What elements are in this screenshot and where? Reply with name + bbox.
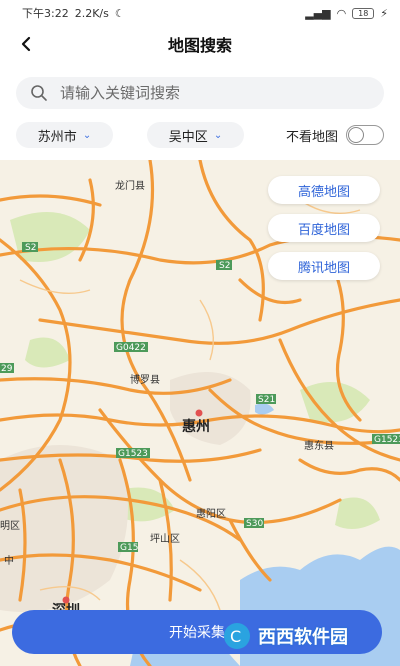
road-shield: S21 xyxy=(256,394,276,405)
battery-icon: 18 xyxy=(352,7,375,19)
place-label: 中 xyxy=(4,554,14,567)
battery-level: 18 xyxy=(358,8,369,18)
tencent-map-button[interactable]: 腾讯地图 xyxy=(268,252,380,280)
start-collect-label: 开始采集 xyxy=(169,625,225,641)
baidu-map-label: 百度地图 xyxy=(297,222,350,238)
header: 地图搜索 xyxy=(0,26,400,62)
road-shield: S2 xyxy=(22,242,38,253)
place-label: 坪山区 xyxy=(150,532,180,545)
road-shield: S2 xyxy=(216,260,232,271)
road-shield: G1523 xyxy=(116,448,150,459)
map-view[interactable]: S2 S2 G0422 S21 G1523 G1523 S30 G15 xyxy=(0,160,400,666)
road-label: 29 xyxy=(1,364,13,374)
chevron-down-icon: ⌄ xyxy=(213,129,223,141)
green-area xyxy=(10,212,90,262)
place-label: 惠阳区 xyxy=(196,507,226,520)
green-area xyxy=(25,337,70,368)
road-shield: G1523 xyxy=(372,434,400,445)
city-marker xyxy=(195,409,203,417)
road-shield: G15 xyxy=(118,542,138,553)
place-label: 明区 xyxy=(0,520,20,532)
status-bar: 下午3:22 2.2K/s ☾ ▂▄▆ ◠ 18 ⚡ xyxy=(0,0,400,26)
city-label: 惠州 xyxy=(182,418,210,435)
chevron-down-icon: ⌄ xyxy=(82,129,92,141)
road-label: G0422 xyxy=(116,343,146,353)
district-select[interactable]: 吴中区 ⌄ xyxy=(147,122,244,148)
watermark-text: 西西软件园 xyxy=(258,627,348,648)
road-label: G1523 xyxy=(118,449,148,459)
baidu-map-button[interactable]: 百度地图 xyxy=(268,214,380,242)
wifi-icon: ◠ xyxy=(336,6,347,20)
district-label: 吴中区 xyxy=(168,129,208,145)
green-area xyxy=(300,382,370,423)
road-label: G1523 xyxy=(374,435,400,445)
amap-button[interactable]: 高德地图 xyxy=(268,176,380,204)
place-label: 龙门县 xyxy=(115,179,145,192)
moon-icon: ☾ xyxy=(114,6,125,20)
search-icon xyxy=(31,85,47,101)
amap-label: 高德地图 xyxy=(297,184,350,200)
city-select[interactable]: 苏州市 ⌄ xyxy=(16,122,113,148)
page-title: 地图搜索 xyxy=(167,36,232,55)
chevron-left-icon xyxy=(21,36,31,52)
road-label: S2 xyxy=(25,243,36,253)
place-label: 博罗县 xyxy=(130,373,160,386)
hide-map-toggle[interactable] xyxy=(346,125,384,145)
status-time: 下午3:22 xyxy=(22,7,69,20)
road-shield: S30 xyxy=(244,518,264,529)
road-shield: 29 xyxy=(0,363,14,374)
hide-map-toggle-group: 不看地图 xyxy=(286,122,384,148)
back-button[interactable] xyxy=(12,30,40,58)
svg-text:C: C xyxy=(230,627,241,646)
place-label: 惠东县 xyxy=(304,439,334,452)
watermark-logo: C 西西软件园 xyxy=(222,618,382,654)
hide-map-label: 不看地图 xyxy=(285,129,338,145)
road-shield: G0422 xyxy=(114,342,148,353)
signal-icon: ▂▄▆ xyxy=(305,6,331,20)
search-bar[interactable] xyxy=(16,77,384,109)
status-speed: 2.2K/s xyxy=(74,6,109,20)
tencent-map-label: 腾讯地图 xyxy=(297,260,350,276)
road-label: G15 xyxy=(120,543,138,553)
road-label: S2 xyxy=(219,261,230,271)
watermark-icon: C xyxy=(224,623,250,649)
city-label: 苏州市 xyxy=(37,129,77,145)
toggle-knob xyxy=(348,127,364,143)
status-left: 下午3:22 2.2K/s ☾ xyxy=(22,5,125,21)
lake-area xyxy=(255,403,274,415)
charging-icon: ⚡ xyxy=(380,6,388,20)
filter-bar: 苏州市 ⌄ 吴中区 ⌄ 不看地图 xyxy=(0,120,400,152)
road-label: S21 xyxy=(258,395,275,405)
green-area xyxy=(335,497,380,529)
status-right: ▂▄▆ ◠ 18 ⚡ xyxy=(305,7,388,20)
search-input[interactable] xyxy=(58,83,362,103)
road-label: S30 xyxy=(246,519,263,529)
